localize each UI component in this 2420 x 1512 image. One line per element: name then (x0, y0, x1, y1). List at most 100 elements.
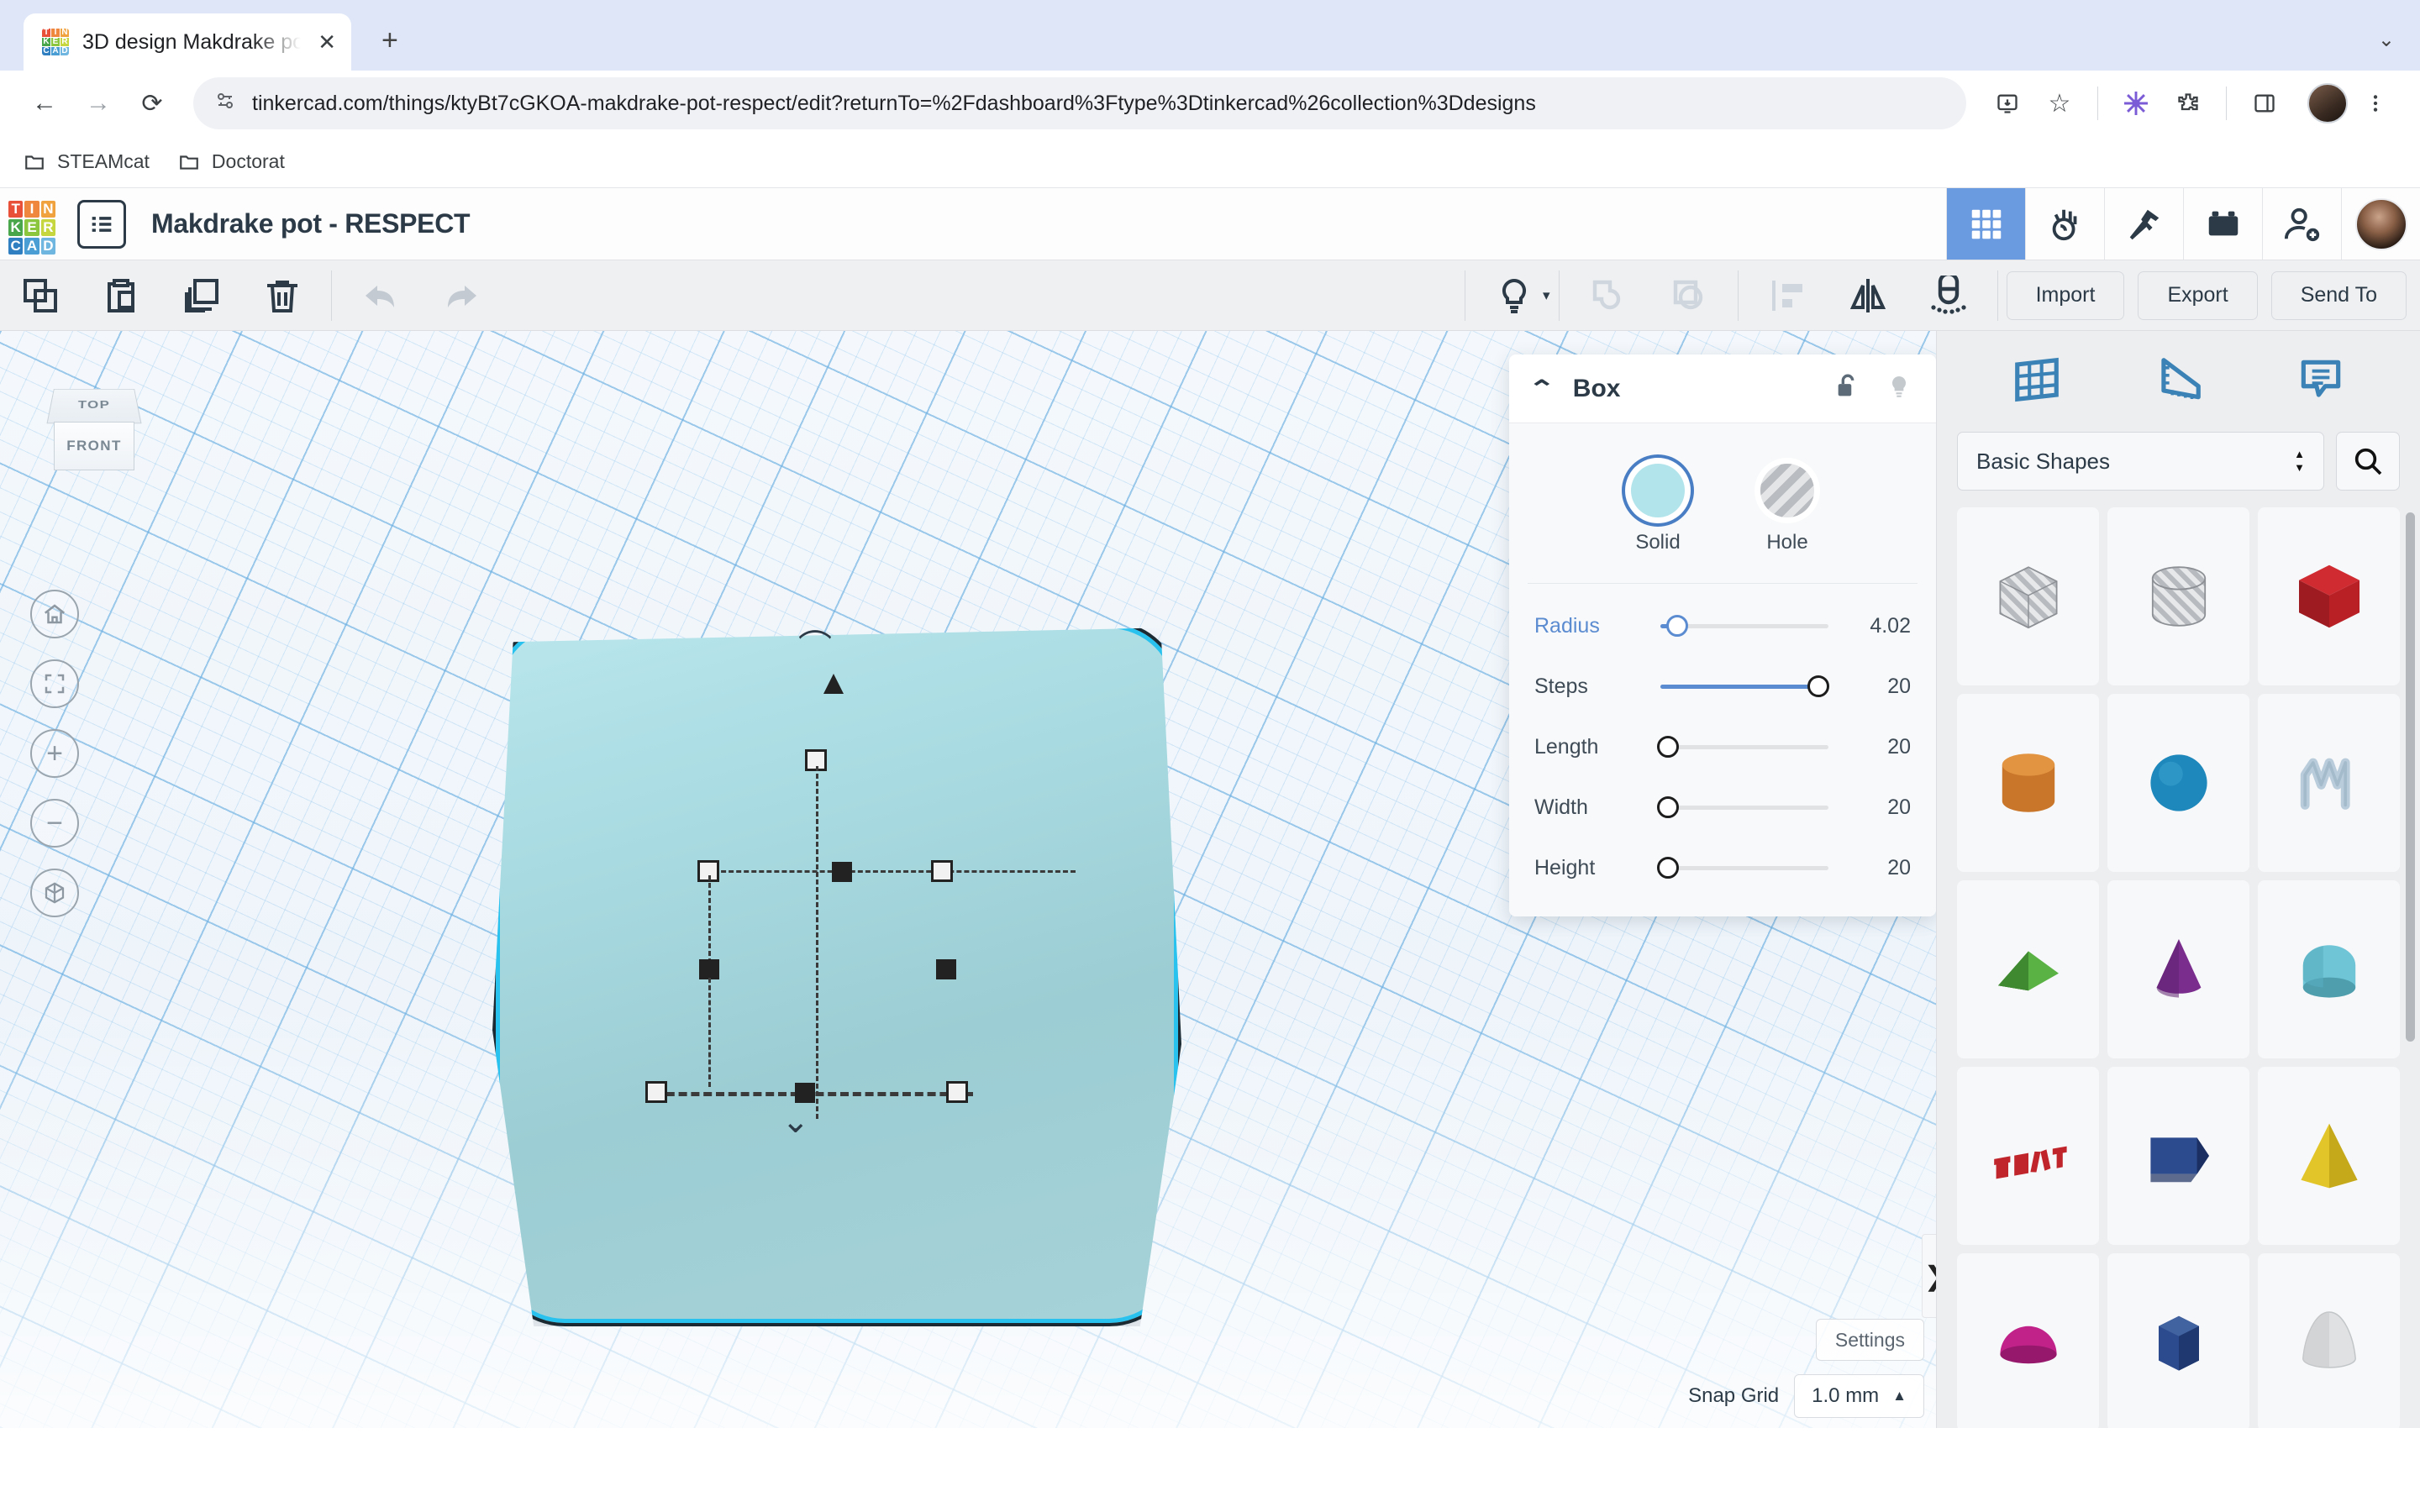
mirror-icon[interactable] (1828, 276, 1908, 316)
export-button[interactable]: Export (2138, 270, 2258, 320)
snap-grid-select[interactable]: 1.0 mm ▲ (1794, 1374, 1924, 1418)
ortho-perspective-toggle[interactable] (30, 869, 79, 917)
panel-collapse-button[interactable]: ❯ (1922, 1234, 1936, 1318)
back-button[interactable]: ← (20, 79, 69, 128)
solid-mode-option[interactable]: Solid (1631, 464, 1685, 554)
address-bar[interactable]: tinkercad.com/things/ktyBt7cGKOA-makdrak… (193, 77, 1966, 129)
view-cube[interactable]: TOP FRONT (44, 383, 145, 475)
length-slider[interactable] (1657, 736, 1828, 758)
shape-box-hole[interactable] (1957, 507, 2099, 685)
delete-icon[interactable] (242, 260, 323, 330)
shape-scribble-grey[interactable] (2258, 694, 2400, 872)
search-button[interactable] (2336, 432, 2400, 491)
user-avatar[interactable] (2341, 188, 2420, 260)
note-icon[interactable] (2295, 354, 2347, 410)
reload-button[interactable]: ⟳ (128, 79, 176, 128)
snap-magnet-icon[interactable] (1908, 275, 1989, 316)
width-slider[interactable] (1657, 796, 1828, 818)
send-to-button[interactable]: Send To (2270, 270, 2407, 320)
bookmark-doctorat[interactable]: Doctorat (178, 150, 285, 173)
view-cube-front-face[interactable]: FRONT (54, 422, 134, 470)
extensions-icon[interactable] (2164, 79, 2212, 128)
slider-knob[interactable] (1666, 615, 1688, 637)
more-menu-icon[interactable] (2351, 79, 2400, 128)
settings-button[interactable]: Settings (1815, 1319, 1924, 1361)
project-list-button[interactable] (77, 199, 126, 249)
shape-cone-purple[interactable] (2107, 880, 2249, 1058)
chevron-down-icon[interactable]: ▾ (1543, 287, 1550, 304)
bookmark-star-icon[interactable]: ☆ (2035, 79, 2084, 128)
zoom-in-button[interactable]: + (30, 729, 79, 778)
slider-knob[interactable] (1807, 675, 1829, 697)
browser-tab[interactable]: T I N K E R C A D 3D design Makdrake pot… (24, 13, 351, 71)
workplane-icon[interactable] (2011, 354, 2063, 410)
height-slider[interactable] (1657, 857, 1828, 879)
copy-icon[interactable] (0, 260, 81, 330)
shapes-scrollbar[interactable] (2406, 512, 2415, 1042)
zoom-out-button[interactable]: − (30, 799, 79, 848)
bookmarks-bar: STEAMcat Doctorat (0, 136, 2420, 188)
chevron-down-icon[interactable]: ⌄ (2378, 28, 2395, 52)
bookmark-steamcat[interactable]: STEAMcat (24, 150, 150, 173)
property-value[interactable]: 20 (1887, 675, 1911, 699)
property-value[interactable]: 20 (1887, 735, 1911, 759)
undo-icon[interactable] (340, 260, 421, 330)
grid-view-icon[interactable] (1946, 188, 2025, 260)
steps-slider[interactable] (1660, 675, 1829, 697)
site-settings-icon[interactable] (215, 91, 235, 117)
lego-brick-icon[interactable] (2183, 188, 2262, 260)
3d-viewport[interactable]: TOP FRONT + − ⌒ ⌄ Settings Snap Grid 1.0… (0, 331, 1936, 1428)
view-cube-top-face[interactable]: TOP (46, 389, 142, 424)
slider-knob[interactable] (1657, 796, 1679, 818)
new-tab-button[interactable]: + (381, 24, 398, 57)
fit-to-view-button[interactable] (30, 659, 79, 708)
home-view-button[interactable] (30, 590, 79, 638)
shape-prism-navy[interactable] (2107, 1067, 2249, 1245)
gestures-icon[interactable] (2025, 188, 2104, 260)
url-text: tinkercad.com/things/ktyBt7cGKOA-makdrak… (252, 91, 1536, 115)
selected-3d-object[interactable] (492, 621, 1181, 1326)
property-value[interactable]: 20 (1887, 795, 1911, 820)
radius-slider[interactable] (1660, 615, 1828, 637)
shape-text-red[interactable] (1957, 1067, 2099, 1245)
align-icon[interactable] (1747, 276, 1828, 316)
shape-inspector-panel[interactable]: ⌃ Box Solid Hole Radius 4.02 Steps 20 Le… (1509, 354, 1936, 916)
rounded-box-mesh[interactable] (492, 627, 1181, 1326)
shape-pyramid-yellow[interactable] (2258, 1067, 2400, 1245)
duplicate-icon[interactable] (161, 260, 242, 330)
paste-icon[interactable] (81, 260, 161, 330)
shape-wedge-green[interactable] (1957, 880, 2099, 1058)
lightbulb-icon[interactable] (1886, 373, 1912, 404)
shape-paraboloid-white[interactable] (2258, 1253, 2400, 1428)
property-value[interactable]: 4.02 (1870, 614, 1911, 638)
shape-hexprism-navy[interactable] (2107, 1253, 2249, 1428)
extension-puzzle-icon[interactable] (2112, 79, 2160, 128)
hole-mode-option[interactable]: Hole (1760, 464, 1814, 554)
shape-cylinder-orange[interactable] (1957, 694, 2099, 872)
slider-knob[interactable] (1657, 857, 1679, 879)
tinkercad-logo[interactable]: T I N K E R C A D (8, 200, 55, 255)
group-icon[interactable] (1568, 276, 1649, 316)
pickaxe-icon[interactable] (2104, 188, 2183, 260)
forward-button[interactable]: → (74, 79, 123, 128)
install-app-icon[interactable] (1983, 79, 2032, 128)
close-icon[interactable]: ✕ (318, 31, 336, 53)
shape-cylinder-hole[interactable] (2107, 507, 2249, 685)
collapse-chevron-icon[interactable]: ⌃ (1528, 375, 1556, 402)
import-button[interactable]: Import (2006, 270, 2125, 320)
ungroup-icon[interactable] (1649, 276, 1729, 316)
unlock-icon[interactable] (1833, 372, 1862, 405)
shape-halfsphere-magenta[interactable] (1957, 1253, 2099, 1428)
browser-profile-avatar[interactable] (2307, 83, 2348, 123)
shape-category-select[interactable]: Basic Shapes ▲ ▼ (1957, 432, 2324, 491)
shape-halfcylinder-cyan[interactable] (2258, 880, 2400, 1058)
side-panel-icon[interactable] (2240, 79, 2289, 128)
redo-icon[interactable] (421, 260, 502, 330)
invite-people-icon[interactable] (2262, 188, 2341, 260)
property-value[interactable]: 20 (1887, 856, 1911, 880)
shape-box-red[interactable] (2258, 507, 2400, 685)
slider-knob[interactable] (1657, 736, 1679, 758)
ruler-icon[interactable] (2153, 354, 2205, 410)
shape-sphere-blue[interactable] (2107, 694, 2249, 872)
cube-icon (45, 882, 65, 904)
